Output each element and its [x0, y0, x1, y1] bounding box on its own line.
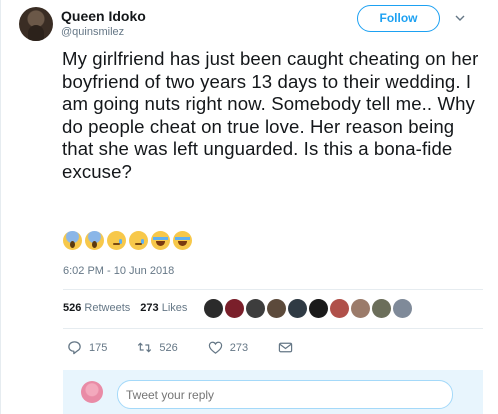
divider	[63, 289, 483, 290]
retweets-count: 526	[63, 302, 82, 314]
crying-emoji-icon	[107, 231, 126, 250]
heart-icon	[208, 341, 222, 354]
reply-input[interactable]	[117, 380, 453, 409]
current-user-avatar	[81, 381, 103, 403]
liker-avatar[interactable]	[204, 299, 223, 318]
retweet-icon	[138, 342, 152, 353]
liker-avatar[interactable]	[225, 299, 244, 318]
tweet-actions: 175 526 273	[67, 340, 330, 355]
liker-avatar[interactable]	[393, 299, 412, 318]
likes-count: 273	[140, 302, 159, 314]
envelope-icon	[278, 342, 293, 353]
follow-button[interactable]: Follow	[357, 5, 440, 32]
scream-emoji-icon	[85, 231, 104, 250]
retweets-stat[interactable]: 526 Retweets	[63, 302, 130, 314]
left-border	[0, 0, 1, 414]
liker-avatar[interactable]	[246, 299, 265, 318]
retweets-stat-label: Retweets	[84, 302, 131, 314]
tweet-timestamp[interactable]: 6:02 PM - 10 Jun 2018	[63, 265, 174, 277]
like-count: 273	[229, 341, 249, 354]
profile-avatar[interactable]	[19, 7, 53, 41]
crying-emoji-icon	[129, 231, 148, 250]
reply-count: 175	[89, 341, 108, 354]
liker-avatar[interactable]	[288, 299, 307, 318]
sob-emoji-icon	[173, 231, 192, 250]
divider	[63, 328, 483, 329]
user-name[interactable]: Queen Idoko	[61, 8, 146, 24]
emoji-row	[63, 231, 192, 250]
user-handle[interactable]: @quinsmilez	[61, 26, 124, 38]
liker-avatar[interactable]	[330, 299, 349, 318]
liker-avatars	[204, 299, 412, 318]
reply-icon	[68, 341, 81, 355]
liker-avatar[interactable]	[309, 299, 328, 318]
likes-stat[interactable]: 273 Likes	[140, 302, 187, 314]
reply-button[interactable]: 175	[67, 340, 107, 355]
liker-avatar[interactable]	[372, 299, 391, 318]
tweet-text: My girlfriend has just been caught cheat…	[62, 48, 479, 182]
liker-avatar[interactable]	[351, 299, 370, 318]
tweet-stats: 526 Retweets 273 Likes	[63, 302, 187, 314]
scream-emoji-icon	[63, 231, 82, 250]
chevron-down-icon[interactable]	[454, 12, 466, 24]
likes-stat-label: Likes	[161, 302, 188, 314]
like-button[interactable]: 273	[208, 340, 248, 355]
retweet-count: 526	[159, 341, 178, 354]
sob-emoji-icon	[151, 231, 170, 250]
direct-message-button[interactable]	[278, 340, 300, 355]
liker-avatar[interactable]	[267, 299, 286, 318]
retweet-button[interactable]: 526	[137, 340, 178, 355]
